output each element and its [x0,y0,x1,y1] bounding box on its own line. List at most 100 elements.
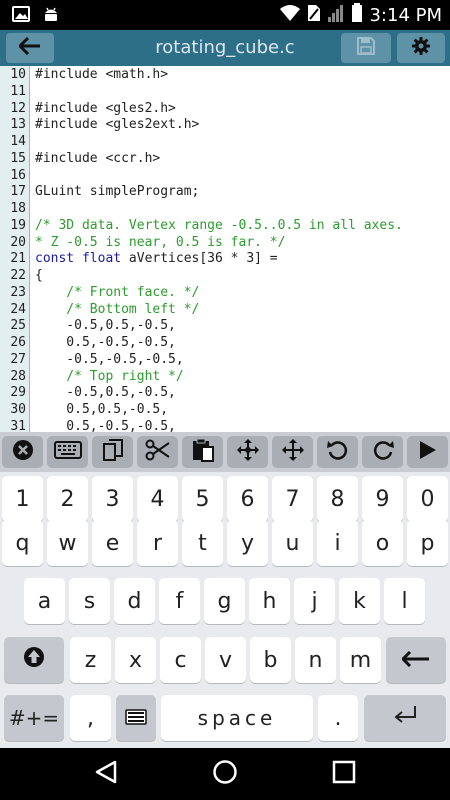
key-7[interactable]: 7 [272,476,313,522]
code-line[interactable]: 31 0.5,-0.5,-0.5, [0,419,450,432]
key-t[interactable]: t [182,520,223,566]
key-a[interactable]: a [24,578,65,624]
comma-key[interactable]: , [70,695,111,741]
space-key[interactable]: space [161,695,313,741]
code-line[interactable]: 14 [0,134,450,151]
key-u[interactable]: u [272,520,313,566]
redo-icon [372,439,394,465]
key-s[interactable]: s [69,578,110,624]
soft-keyboard: 1234567890 qwertyuiop asdfghjkl zxcvbnm … [0,472,450,748]
key-r[interactable]: r [137,520,178,566]
line-text: #include <gles2ext.h> [35,117,200,133]
key-v[interactable]: v [205,637,246,683]
code-line[interactable]: 29 -0.5,0.5,-0.5, [0,385,450,402]
code-line[interactable]: 21 const float aVertices[36 * 3] = [0,251,450,268]
key-x[interactable]: x [115,637,156,683]
select-move-button[interactable] [272,436,313,468]
key-w[interactable]: w [47,520,88,566]
key-f[interactable]: f [159,578,200,624]
key-5[interactable]: 5 [182,476,223,522]
key-9[interactable]: 9 [362,476,403,522]
close-keyboard-button[interactable] [2,436,43,468]
code-line[interactable]: 25 -0.5,0.5,-0.5, [0,318,450,335]
key-8[interactable]: 8 [317,476,358,522]
code-editor[interactable]: 10 #include <math.h> 11 12 #include <gles2.h… [0,66,450,432]
select-move-icon [281,438,305,466]
key-1[interactable]: 1 [2,476,43,522]
enter-key[interactable] [364,695,446,741]
settings-button[interactable] [397,33,445,63]
key-n[interactable]: n [295,637,336,683]
key-m[interactable]: m [340,637,381,683]
nav-home-button[interactable] [207,758,243,790]
code-line[interactable]: 30 0.5,0.5,-0.5, [0,402,450,419]
code-line[interactable]: 20 * Z -0.5 is near, 0.5 is far. */ [0,235,450,252]
nav-back-button[interactable] [88,758,124,790]
gear-icon [411,36,431,60]
line-text: #include <math.h> [35,67,169,82]
key-6[interactable]: 6 [227,476,268,522]
code-line[interactable]: 23 /* Front face. */ [0,285,450,302]
key-i[interactable]: i [317,520,358,566]
code-line[interactable]: 27 -0.5,-0.5,-0.5, [0,352,450,369]
code-line[interactable]: 15 #include <ccr.h> [0,151,450,168]
key-e[interactable]: e [92,520,133,566]
image-notification-icon [12,6,30,26]
code-line[interactable]: 10 #include <math.h> [0,67,450,84]
move-cursor-icon [236,438,260,466]
key-l[interactable]: l [384,578,425,624]
key-k[interactable]: k [339,578,380,624]
key-o[interactable]: o [362,520,403,566]
code-line[interactable]: 12 #include <gles2.h> [0,101,450,118]
keyword-token: const float [35,251,122,267]
key-g[interactable]: g [204,578,245,624]
paste-button[interactable] [182,436,223,468]
period-key[interactable]: . [318,695,358,741]
code-line[interactable]: 26 0.5,-0.5,-0.5, [0,335,450,352]
key-z[interactable]: z [70,637,111,683]
no-sim-icon [307,4,321,26]
code-line[interactable]: 16 [0,168,450,185]
key-j[interactable]: j [294,578,335,624]
line-text: /* 3D data. Vertex range -0.5..0.5 in al… [35,217,403,233]
backspace-key[interactable] [386,637,446,683]
shift-key[interactable] [4,637,64,683]
symbols-key[interactable]: #+= [4,695,64,741]
key-p[interactable]: p [407,520,448,566]
code-line[interactable]: 22 { [0,268,450,285]
keyboard-layout-key[interactable] [116,695,156,741]
key-b[interactable]: b [250,637,291,683]
keyboard-toggle-button[interactable] [47,436,88,468]
code-line[interactable]: 17 GLuint simpleProgram; [0,184,450,201]
shift-icon [23,646,45,674]
copy-button[interactable] [92,436,133,468]
code-line[interactable]: 11 [0,84,450,101]
code-line[interactable]: 28 /* Top right */ [0,369,450,386]
key-h[interactable]: h [249,578,290,624]
code-line[interactable]: 24 /* Bottom left */ [0,302,450,319]
code-line[interactable]: 18 [0,201,450,218]
code-line[interactable]: 19 /* 3D data. Vertex range -0.5..0.5 in … [0,218,450,235]
line-number: 13 [10,117,26,133]
key-c[interactable]: c [160,637,201,683]
key-2[interactable]: 2 [47,476,88,522]
run-button[interactable] [407,436,448,468]
cut-button[interactable] [137,436,178,468]
line-number: 22 [10,268,26,283]
key-4[interactable]: 4 [137,476,178,522]
undo-button[interactable] [317,436,358,468]
code-line[interactable]: 13 #include <gles2ext.h> [0,117,450,134]
key-q[interactable]: q [2,520,43,566]
key-0[interactable]: 0 [407,476,448,522]
nav-recents-button[interactable] [326,758,362,790]
android-debug-icon [42,5,60,27]
move-cursor-button[interactable] [227,436,268,468]
line-number: 31 [10,418,26,432]
key-y[interactable]: y [227,520,268,566]
keyboard-layout-icon [125,706,147,731]
key-3[interactable]: 3 [92,476,133,522]
key-d[interactable]: d [114,578,155,624]
redo-button[interactable] [362,436,403,468]
back-button[interactable] [6,33,54,63]
save-button[interactable] [341,33,391,63]
